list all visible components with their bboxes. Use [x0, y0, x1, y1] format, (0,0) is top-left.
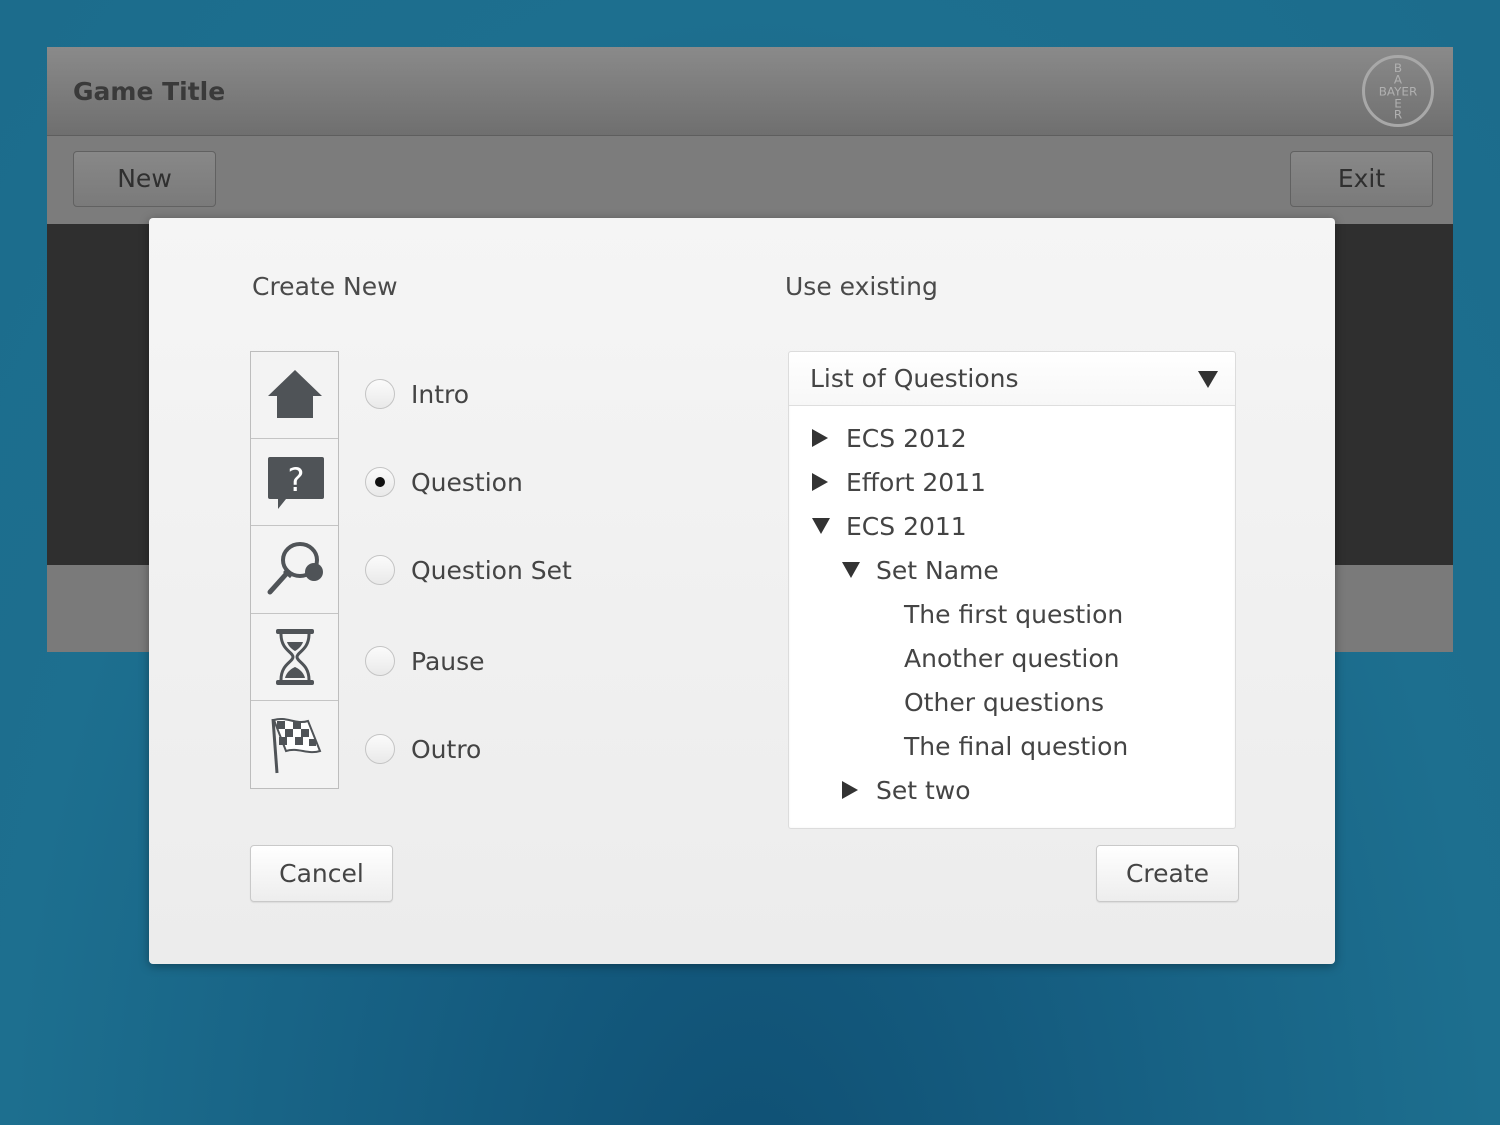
- dropdown-arrow-icon: [1198, 371, 1218, 388]
- tree-item-label: Set two: [876, 775, 971, 805]
- tree-item-label: ECS 2011: [846, 511, 967, 541]
- question-bubble-icon: ?: [267, 457, 324, 510]
- svg-text:R: R: [1394, 108, 1402, 122]
- question-radio[interactable]: [365, 467, 395, 497]
- create-dialog: Create New Use existing ? Intro Question…: [149, 218, 1335, 964]
- tree-item-label: Effort 2011: [846, 467, 986, 497]
- tree-item-question[interactable]: The first question: [904, 596, 1123, 632]
- option-label: Question: [411, 467, 523, 497]
- svg-text:?: ?: [287, 461, 304, 499]
- outro-icon-cell[interactable]: [251, 701, 338, 788]
- option-outro[interactable]: Outro: [365, 729, 481, 769]
- question-set-icon-cell[interactable]: [251, 526, 338, 614]
- app-title: Game Title: [73, 77, 226, 106]
- option-label: Pause: [411, 646, 485, 676]
- tree-item-ecs-2012[interactable]: ECS 2012: [812, 420, 967, 456]
- collapse-arrow-icon[interactable]: [842, 562, 860, 578]
- tree-item-set-two[interactable]: Set two: [842, 772, 971, 808]
- option-pause[interactable]: Pause: [365, 641, 485, 681]
- intro-radio[interactable]: [365, 379, 395, 409]
- app-header: Game Title BAYER B A E R: [47, 47, 1453, 136]
- option-label: Intro: [411, 379, 470, 409]
- question-list-dropdown[interactable]: List of Questions: [789, 352, 1235, 406]
- intro-icon-cell[interactable]: [251, 352, 338, 440]
- pause-radio[interactable]: [365, 646, 395, 676]
- tree-item-effort-2011[interactable]: Effort 2011: [812, 464, 986, 500]
- question-icon-cell[interactable]: ?: [251, 439, 338, 527]
- option-label: Outro: [411, 734, 482, 764]
- item-type-icons: ?: [250, 351, 339, 789]
- new-button[interactable]: New: [73, 151, 216, 207]
- svg-text:A: A: [1394, 73, 1403, 87]
- pause-icon-cell[interactable]: [251, 614, 338, 701]
- cancel-button[interactable]: Cancel: [250, 845, 393, 902]
- expand-arrow-icon[interactable]: [842, 781, 858, 799]
- collapse-arrow-icon[interactable]: [812, 518, 830, 534]
- racket-icon: [267, 542, 323, 595]
- use-existing-heading: Use existing: [785, 272, 938, 301]
- expand-arrow-icon[interactable]: [812, 473, 828, 491]
- tree-item-label: Set Name: [876, 555, 999, 585]
- create-button[interactable]: Create: [1096, 845, 1239, 902]
- existing-questions-panel: List of Questions ECS 2012 Effort 2011 E…: [788, 351, 1236, 829]
- expand-arrow-icon[interactable]: [812, 429, 828, 447]
- checkered-flag-icon: [271, 718, 321, 774]
- option-label: Question Set: [411, 555, 572, 585]
- tree-item-ecs-2011[interactable]: ECS 2011: [812, 508, 967, 544]
- tree-item-label: ECS 2012: [846, 423, 967, 453]
- option-intro[interactable]: Intro: [365, 374, 469, 414]
- exit-button[interactable]: Exit: [1290, 151, 1433, 207]
- dropdown-selected-value: List of Questions: [810, 364, 1019, 393]
- tree-item-question[interactable]: The final question: [904, 728, 1128, 764]
- app-toolbar: New Exit: [47, 136, 1453, 224]
- tree-item-question[interactable]: Other questions: [904, 684, 1104, 720]
- house-icon: [267, 370, 322, 419]
- tree-item-question[interactable]: Another question: [904, 640, 1120, 676]
- outro-radio[interactable]: [365, 734, 395, 764]
- tree-item-set-name[interactable]: Set Name: [842, 552, 999, 588]
- option-question-set[interactable]: Question Set: [365, 550, 572, 590]
- option-question[interactable]: Question: [365, 462, 523, 502]
- bayer-logo-icon: BAYER B A E R: [1362, 55, 1434, 127]
- create-new-heading: Create New: [252, 272, 398, 301]
- question-set-radio[interactable]: [365, 555, 395, 585]
- hourglass-icon: [275, 628, 314, 685]
